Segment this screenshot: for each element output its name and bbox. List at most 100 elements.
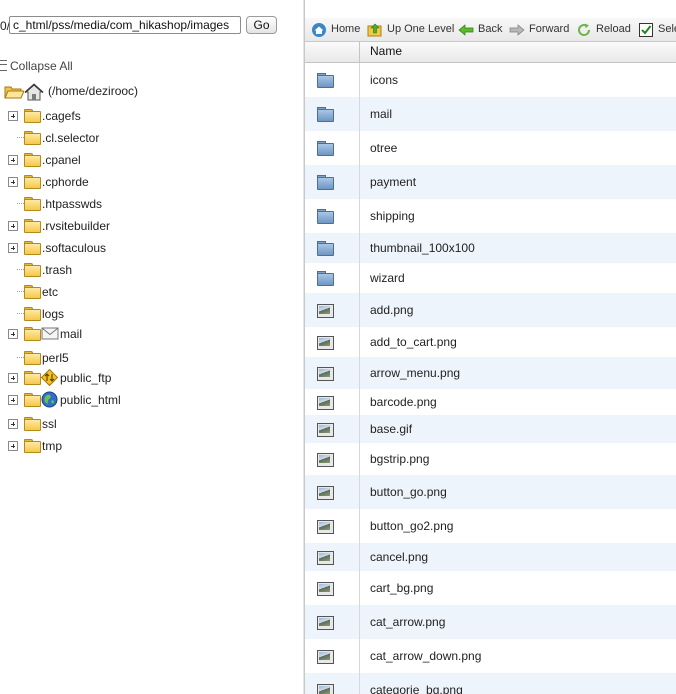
file-row[interactable]: payment — [305, 165, 676, 199]
file-name[interactable]: arrow_menu.png — [370, 366, 460, 380]
file-icon-cell — [305, 443, 360, 475]
collapse-all-link[interactable]: Collapse All — [0, 59, 73, 73]
tree-item-label: .cphorde — [42, 175, 89, 189]
up-folder-icon — [367, 23, 382, 37]
folder-icon — [24, 241, 41, 255]
reload-button[interactable]: Reload — [576, 22, 632, 38]
reload-icon — [578, 23, 591, 36]
file-name[interactable]: thumbnail_100x100 — [370, 241, 475, 255]
file-icon-cell — [305, 543, 360, 571]
file-name[interactable]: cart_bg.png — [370, 581, 433, 595]
select-all-label: Sele — [658, 23, 676, 35]
image-file-icon — [317, 486, 334, 500]
go-button[interactable]: Go — [246, 16, 277, 34]
file-row[interactable]: cat_arrow_down.png — [305, 639, 676, 673]
icon-column-header[interactable] — [305, 42, 360, 62]
expand-toggle-icon[interactable] — [8, 111, 18, 121]
file-row[interactable]: button_go.png — [305, 475, 676, 509]
file-name[interactable]: categorie_bg.png — [370, 683, 463, 694]
file-row[interactable]: cat_arrow.png — [305, 605, 676, 639]
file-name[interactable]: add_to_cart.png — [370, 335, 457, 349]
file-name[interactable]: payment — [370, 175, 416, 189]
file-name[interactable]: add.png — [370, 303, 413, 317]
file-name[interactable]: cancel.png — [370, 550, 428, 564]
expand-toggle-icon[interactable] — [8, 419, 18, 429]
tree-item-label: .rvsitebuilder — [42, 219, 111, 233]
file-name[interactable]: shipping — [370, 209, 415, 223]
expand-toggle-icon[interactable] — [8, 221, 18, 231]
file-row[interactable]: thumbnail_100x100 — [305, 233, 676, 263]
file-row[interactable]: add.png — [305, 293, 676, 327]
tree-item-label: perl5 — [42, 351, 69, 365]
tree-item-label: tmp — [42, 439, 63, 453]
file-row[interactable]: barcode.png — [305, 389, 676, 415]
folder-icon — [317, 271, 334, 286]
file-icon-cell — [305, 357, 360, 389]
file-row[interactable]: button_go2.png — [305, 509, 676, 543]
file-icon-cell — [305, 233, 360, 263]
file-name[interactable]: otree — [370, 141, 397, 155]
folder-icon — [24, 307, 41, 321]
file-row[interactable]: bgstrip.png — [305, 443, 676, 475]
file-row[interactable]: add_to_cart.png — [305, 327, 676, 357]
file-icon-cell — [305, 97, 360, 131]
file-row[interactable]: icons — [305, 63, 676, 97]
expand-toggle-icon[interactable] — [8, 329, 18, 339]
file-row[interactable]: wizard — [305, 263, 676, 293]
file-name[interactable]: barcode.png — [370, 395, 437, 409]
home-label: Home — [331, 23, 361, 35]
image-file-icon — [317, 684, 334, 694]
forward-button[interactable]: Forward — [509, 22, 571, 38]
file-name[interactable]: bgstrip.png — [370, 452, 429, 466]
file-name[interactable]: cat_arrow.png — [370, 615, 445, 629]
expand-toggle-icon[interactable] — [8, 373, 18, 383]
file-icon-cell — [305, 389, 360, 415]
select-all-button[interactable]: Sele — [638, 22, 676, 38]
file-row[interactable]: mail — [305, 97, 676, 131]
expand-toggle-icon[interactable] — [8, 441, 18, 451]
back-button[interactable]: Back — [458, 22, 504, 38]
file-name[interactable]: base.gif — [370, 422, 412, 436]
tree-item-label: .cl.selector — [42, 131, 100, 145]
reload-label: Reload — [596, 23, 631, 35]
file-icon-cell — [305, 327, 360, 357]
image-file-icon — [317, 304, 334, 318]
file-name[interactable]: button_go.png — [370, 485, 447, 499]
file-row[interactable]: base.gif — [305, 415, 676, 443]
expand-toggle-icon[interactable] — [8, 395, 18, 405]
folder-icon — [317, 107, 334, 122]
image-file-icon — [317, 650, 334, 664]
file-row[interactable]: otree — [305, 131, 676, 165]
home-button[interactable]: Home — [311, 22, 367, 38]
file-row[interactable]: arrow_menu.png — [305, 357, 676, 389]
tree-item-label: .softaculous — [42, 241, 107, 255]
expand-toggle-icon[interactable] — [8, 177, 18, 187]
file-icon-cell — [305, 571, 360, 605]
forward-arrow-icon — [509, 24, 525, 36]
file-name[interactable]: wizard — [370, 271, 405, 285]
file-row[interactable]: categorie_bg.png — [305, 673, 676, 694]
path-input[interactable]: c_html/pss/media/com_hikashop/images — [9, 16, 241, 34]
file-name[interactable]: cat_arrow_down.png — [370, 649, 481, 663]
file-row[interactable]: cancel.png — [305, 543, 676, 571]
file-name[interactable]: mail — [370, 107, 392, 121]
file-list-pane: Home Up One Level Back Forward Reload Se… — [305, 0, 676, 694]
file-icon-cell — [305, 263, 360, 293]
expand-toggle-icon[interactable] — [8, 155, 18, 165]
file-row[interactable]: cart_bg.png — [305, 571, 676, 605]
home-house-icon — [24, 83, 44, 101]
name-column-header[interactable]: Name — [370, 44, 402, 58]
image-file-icon — [317, 520, 334, 534]
file-name[interactable]: icons — [370, 73, 398, 87]
file-icon-cell — [305, 63, 360, 97]
collapse-all-label: Collapse All — [10, 59, 73, 73]
file-name[interactable]: button_go2.png — [370, 519, 453, 533]
file-row[interactable]: shipping — [305, 199, 676, 233]
expand-toggle-icon[interactable] — [8, 243, 18, 253]
file-icon-cell — [305, 293, 360, 327]
up-one-level-button[interactable]: Up One Level — [367, 22, 454, 38]
tree-item-label: etc — [42, 285, 59, 299]
tree-item-label: .trash — [42, 263, 73, 277]
file-icon-cell — [305, 199, 360, 233]
folder-icon — [24, 263, 41, 277]
